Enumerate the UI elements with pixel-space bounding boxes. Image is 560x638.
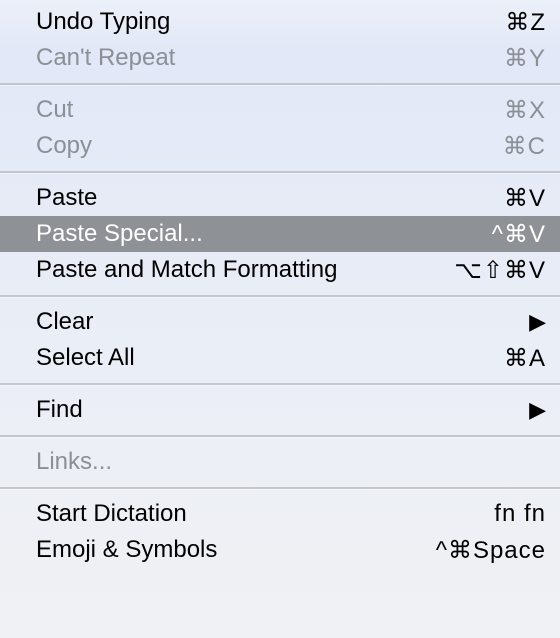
menu-item-shortcut: ⌥⇧⌘V <box>454 256 546 285</box>
menu-item-shortcut: ^⌘V <box>492 220 546 249</box>
menu-item-paste[interactable]: Paste ⌘V <box>0 180 560 216</box>
menu-item-paste-match[interactable]: Paste and Match Formatting ⌥⇧⌘V <box>0 252 560 288</box>
menu-item-undo[interactable]: Undo Typing ⌘Z <box>0 4 560 40</box>
edit-menu: Undo Typing ⌘Z Can't Repeat ⌘Y Cut ⌘X Co… <box>0 0 560 568</box>
menu-separator <box>0 383 560 385</box>
menu-item-label: Paste Special... <box>36 220 492 248</box>
menu-item-links: Links... <box>0 444 560 480</box>
menu-item-shortcut: fn fn <box>494 500 546 528</box>
menu-item-dictation[interactable]: Start Dictation fn fn <box>0 496 560 532</box>
menu-item-shortcut: ⌘Y <box>504 44 546 73</box>
menu-item-label: Undo Typing <box>36 8 505 36</box>
menu-separator <box>0 83 560 85</box>
menu-item-label: Clear <box>36 308 529 336</box>
menu-item-shortcut: ^⌘Space <box>436 536 546 565</box>
menu-item-label: Paste and Match Formatting <box>36 256 454 284</box>
menu-item-find[interactable]: Find ▶ <box>0 392 560 428</box>
menu-item-shortcut: ⌘X <box>504 96 546 125</box>
submenu-arrow-icon: ▶ <box>529 399 546 421</box>
menu-item-label: Links... <box>36 448 546 476</box>
menu-item-repeat: Can't Repeat ⌘Y <box>0 40 560 76</box>
menu-item-label: Cut <box>36 96 504 124</box>
menu-item-clear[interactable]: Clear ▶ <box>0 304 560 340</box>
menu-item-label: Copy <box>36 132 503 160</box>
menu-item-shortcut: ⌘V <box>504 184 546 213</box>
menu-item-label: Find <box>36 396 529 424</box>
menu-item-shortcut: ⌘C <box>503 132 546 161</box>
menu-item-shortcut: ⌘A <box>504 344 546 373</box>
menu-item-label: Can't Repeat <box>36 44 504 72</box>
menu-item-label: Emoji & Symbols <box>36 536 436 564</box>
menu-item-emoji[interactable]: Emoji & Symbols ^⌘Space <box>0 532 560 568</box>
menu-separator <box>0 295 560 297</box>
menu-item-paste-special[interactable]: Paste Special... ^⌘V <box>0 216 560 252</box>
menu-item-copy: Copy ⌘C <box>0 128 560 164</box>
menu-item-shortcut: ⌘Z <box>505 8 546 37</box>
menu-item-label: Start Dictation <box>36 500 494 528</box>
menu-item-cut: Cut ⌘X <box>0 92 560 128</box>
menu-separator <box>0 171 560 173</box>
menu-item-label: Select All <box>36 344 504 372</box>
menu-item-label: Paste <box>36 184 504 212</box>
menu-separator <box>0 435 560 437</box>
submenu-arrow-icon: ▶ <box>529 311 546 333</box>
menu-separator <box>0 487 560 489</box>
menu-item-select-all[interactable]: Select All ⌘A <box>0 340 560 376</box>
